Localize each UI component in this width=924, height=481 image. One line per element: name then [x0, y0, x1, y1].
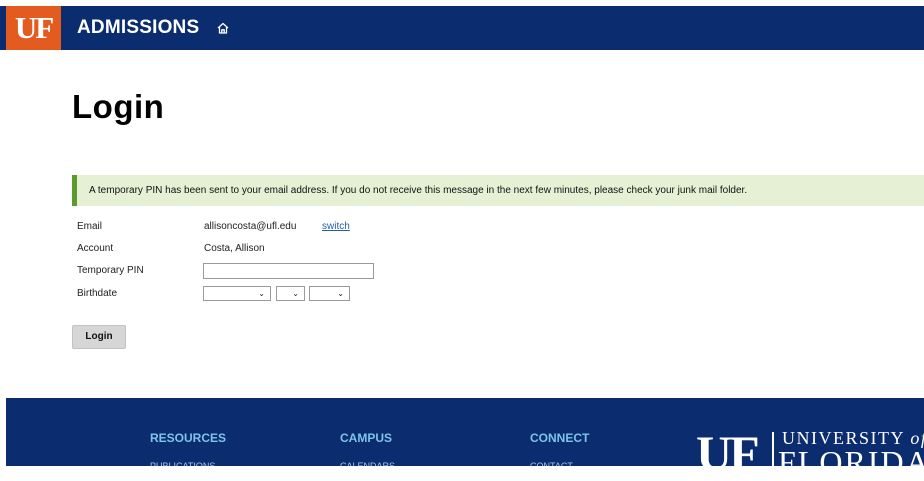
chevron-down-icon: ⌄ [292, 289, 299, 298]
account-label: Account [77, 243, 114, 254]
chevron-down-icon: ⌄ [258, 289, 265, 298]
footer-heading-campus: CAMPUS [340, 431, 393, 445]
home-icon[interactable] [216, 21, 230, 35]
temporary-pin-label: Temporary PIN [77, 265, 144, 276]
switch-link[interactable]: switch [322, 221, 350, 232]
temporary-pin-input[interactable] [203, 263, 374, 279]
birthdate-label: Birthdate [77, 288, 118, 299]
footer-florida-text: FLORIDA [778, 444, 924, 480]
footer-uf-mark[interactable]: UF [696, 428, 760, 478]
birthdate-day-select[interactable]: ⌄ [276, 286, 305, 301]
header-bar: UF ADMISSIONS [0, 6, 924, 50]
birthdate-month-select[interactable]: ⌄ [203, 286, 271, 301]
birthdate-year-select[interactable]: ⌄ [309, 286, 350, 301]
alert-message: A temporary PIN has been sent to your em… [89, 185, 748, 196]
email-label: Email [77, 221, 103, 232]
site-title[interactable]: ADMISSIONS [77, 6, 199, 50]
footer-link-contact[interactable]: CONTACT [530, 461, 620, 466]
login-button[interactable]: Login [72, 325, 126, 349]
footer-link-calendars[interactable]: CALENDARS [340, 461, 430, 466]
alert-banner: A temporary PIN has been sent to your em… [72, 175, 924, 206]
footer-heading-resources: RESOURCES [150, 431, 227, 445]
page-title: Login [72, 88, 165, 125]
email-value: allisoncosta@ufl.edu [204, 221, 297, 232]
uf-logo[interactable]: UF [6, 6, 61, 50]
footer: RESOURCES PUBLICATIONS CAMPUS CALENDARS … [6, 398, 924, 480]
footer-heading-connect: CONNECT [530, 431, 590, 445]
chevron-down-icon: ⌄ [337, 289, 344, 298]
footer-logo-divider [772, 432, 774, 466]
footer-link-publications[interactable]: PUBLICATIONS [150, 461, 240, 466]
account-value: Costa, Allison [204, 243, 265, 254]
